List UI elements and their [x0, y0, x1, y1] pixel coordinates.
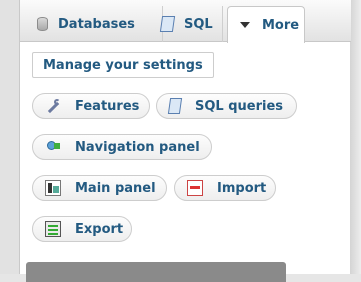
right-shadow: [350, 0, 361, 274]
tab-more-label: More: [262, 17, 300, 33]
chevron-down-icon: [240, 22, 250, 28]
manage-settings-button[interactable]: Manage your settings: [32, 52, 214, 78]
sql-icon: [159, 16, 176, 32]
main-panel-label: Main panel: [75, 180, 156, 196]
navigation-panel-label: Navigation panel: [75, 139, 200, 155]
database-icon: [37, 17, 48, 31]
tab-more[interactable]: More: [227, 6, 305, 43]
wrench-icon: [45, 98, 61, 114]
tab-bar: Databases SQL More: [20, 0, 351, 43]
sql-queries-label: SQL queries: [195, 98, 284, 114]
import-icon: [187, 180, 203, 196]
sql-document-icon: [167, 98, 183, 114]
main-panel-button[interactable]: Main panel: [32, 175, 167, 201]
manage-settings-label: Manage your settings: [43, 57, 203, 73]
navigation-panel-button[interactable]: Navigation panel: [32, 134, 212, 160]
features-label: Features: [75, 98, 140, 114]
tab-sql[interactable]: SQL: [147, 6, 223, 42]
export-label: Export: [75, 221, 124, 237]
import-label: Import: [217, 180, 267, 196]
main-panel-icon: [45, 180, 61, 196]
left-gutter: [0, 0, 19, 274]
navigation-icon: [45, 139, 61, 155]
tab-databases[interactable]: Databases: [25, 6, 163, 42]
tab-databases-label: Databases: [58, 16, 135, 32]
bottom-fieldset-header: [26, 262, 286, 282]
settings-panel: Databases SQL More Manage your settings …: [19, 0, 351, 282]
sql-queries-button[interactable]: SQL queries: [156, 93, 297, 119]
tab-sql-label: SQL: [184, 16, 213, 32]
export-icon: [45, 221, 61, 237]
features-button[interactable]: Features: [32, 93, 150, 119]
export-button[interactable]: Export: [32, 216, 132, 242]
import-button[interactable]: Import: [174, 175, 276, 201]
